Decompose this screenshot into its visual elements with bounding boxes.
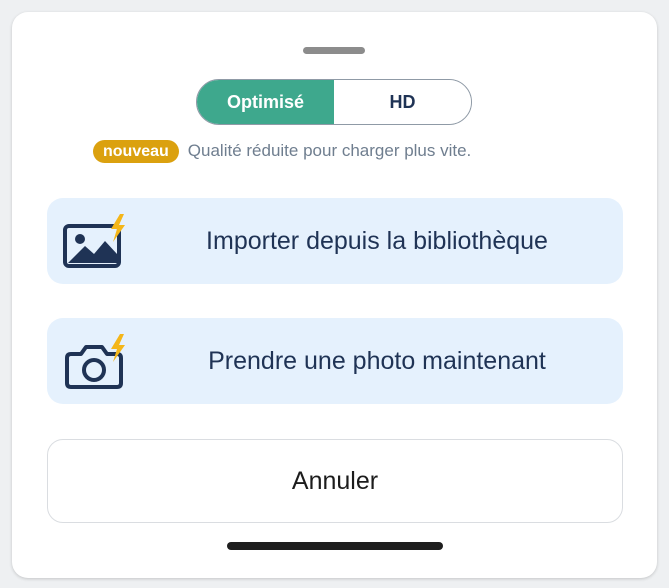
take-photo-button[interactable]: Prendre une photo maintenant bbox=[47, 318, 623, 404]
import-library-label: Importer depuis la bibliothèque bbox=[206, 226, 548, 255]
cancel-button[interactable]: Annuler bbox=[47, 439, 623, 523]
quality-toggle: Optimisé HD bbox=[196, 79, 472, 125]
home-indicator bbox=[227, 542, 443, 550]
quality-option-optimise[interactable]: Optimisé bbox=[197, 80, 334, 124]
camera-bolt-icon bbox=[65, 334, 125, 389]
take-photo-label: Prendre une photo maintenant bbox=[208, 346, 546, 375]
sheet-grabber[interactable] bbox=[303, 47, 365, 54]
quality-option-hd[interactable]: HD bbox=[334, 80, 471, 124]
image-bolt-icon bbox=[63, 214, 125, 268]
bottom-sheet: Optimisé HD nouveau Qualité réduite pour… bbox=[12, 12, 657, 578]
new-badge: nouveau bbox=[93, 139, 179, 163]
quality-note-text: Qualité réduite pour charger plus vite. bbox=[187, 141, 472, 160]
quality-note: nouveau Qualité réduite pour charger plu… bbox=[93, 139, 471, 163]
import-library-button[interactable]: Importer depuis la bibliothèque bbox=[47, 198, 623, 284]
